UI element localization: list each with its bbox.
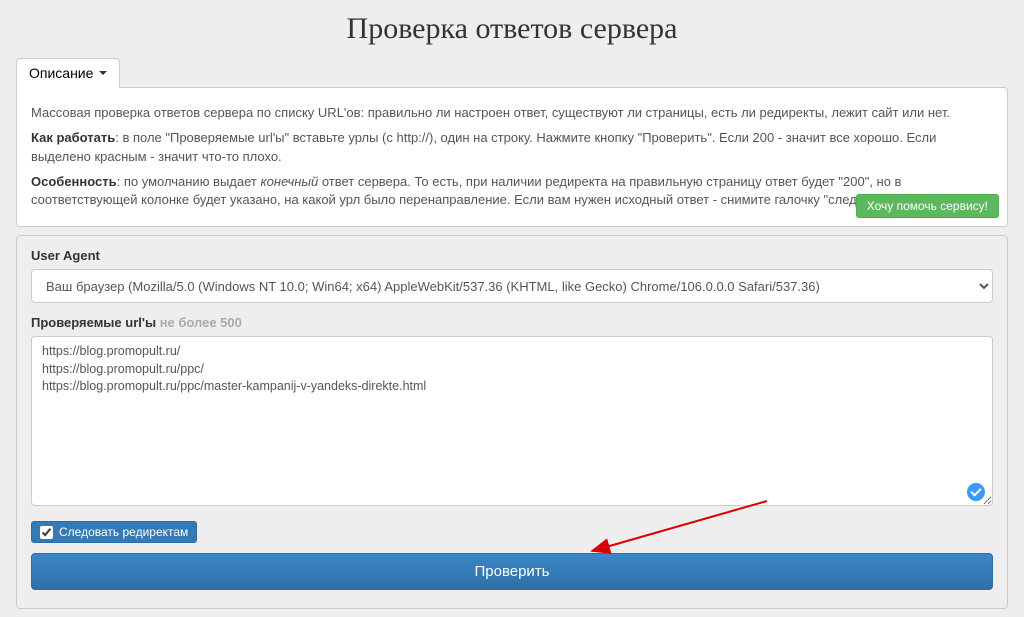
user-agent-label: User Agent [31,248,993,263]
user-agent-select[interactable]: Ваш браузер (Mozilla/5.0 (Windows NT 10.… [31,269,993,303]
description-text-2: Как работать: в поле "Проверяемые url'ы"… [31,129,993,167]
urls-label-hint: не более 500 [160,315,242,330]
description-text-1: Массовая проверка ответов сервера по спи… [31,104,993,123]
description-text-3-bold: Особенность [31,174,117,189]
description-toggle-label: Описание [29,65,93,81]
page-title: Проверка ответов сервера [16,12,1008,46]
description-text-3-a: : по умолчанию выдает [117,174,261,189]
form-panel: User Agent Ваш браузер (Mozilla/5.0 (Win… [16,235,1008,609]
submit-button[interactable]: Проверить [31,553,993,590]
follow-redirects-checkbox[interactable] [40,526,53,539]
description-text-3: Особенность: по умолчанию выдает конечны… [31,173,993,211]
description-text-3-italic: конечный [261,174,319,189]
urls-textarea[interactable] [31,336,993,506]
caret-down-icon [99,71,107,75]
help-service-button[interactable]: Хочу помочь сервису! [856,194,999,218]
description-text-2-rest: : в поле "Проверяемые url'ы" вставьте ур… [31,130,936,164]
description-text-2-bold: Как работать [31,130,115,145]
urls-label-text: Проверяемые url'ы [31,315,156,330]
urls-label: Проверяемые url'ы не более 500 [31,315,993,330]
follow-redirects-label: Следовать редиректам [59,525,188,539]
follow-redirects-toggle[interactable]: Следовать редиректам [31,521,197,543]
description-panel: Массовая проверка ответов сервера по спи… [16,87,1008,227]
description-toggle[interactable]: Описание [16,58,120,88]
